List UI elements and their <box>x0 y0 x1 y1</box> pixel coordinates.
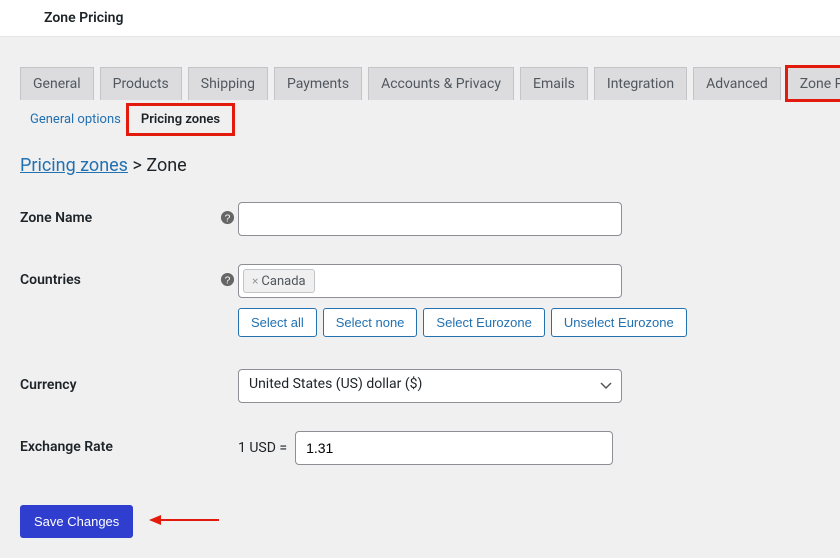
select-eurozone-button[interactable]: Select Eurozone <box>423 308 544 337</box>
countries-label: Countries <box>20 264 220 288</box>
tab-integration[interactable]: Integration <box>594 67 687 100</box>
svg-text:?: ? <box>225 213 231 224</box>
select-all-button[interactable]: Select all <box>238 308 317 337</box>
tab-shipping[interactable]: Shipping <box>188 67 268 100</box>
page-title: Zone Pricing <box>0 0 840 37</box>
countries-input[interactable]: × Canada <box>238 264 622 298</box>
breadcrumb-parent-link[interactable]: Pricing zones <box>20 155 128 176</box>
help-icon[interactable]: ? <box>220 264 238 282</box>
breadcrumb: Pricing zones > Zone <box>20 155 820 176</box>
save-row: Save Changes <box>20 505 820 538</box>
zone-name-input[interactable] <box>238 202 622 236</box>
country-tag-label: Canada <box>261 274 305 289</box>
tab-payments[interactable]: Payments <box>274 67 362 100</box>
save-changes-button[interactable]: Save Changes <box>20 505 133 538</box>
breadcrumb-current: Zone <box>146 155 186 176</box>
exchange-rate-label: Exchange Rate <box>20 431 220 455</box>
tab-zone-pricing[interactable]: Zone Pricing <box>787 67 840 100</box>
subnav-pricing-zones[interactable]: Pricing zones <box>131 108 230 131</box>
tab-general[interactable]: General <box>20 67 94 100</box>
exchange-rate-input[interactable] <box>295 431 613 465</box>
svg-text:?: ? <box>225 275 231 286</box>
help-icon[interactable]: ? <box>220 202 238 220</box>
row-zone-name: Zone Name ? <box>20 202 820 236</box>
breadcrumb-separator: > <box>132 155 141 176</box>
select-none-button[interactable]: Select none <box>323 308 418 337</box>
row-countries: Countries ? × Canada <box>20 264 820 298</box>
currency-select[interactable]: United States (US) dollar ($) <box>238 369 622 403</box>
tab-products[interactable]: Products <box>100 67 182 100</box>
country-buttons-row: Select all Select none Select Eurozone U… <box>238 308 820 337</box>
sub-nav: General options Pricing zones <box>20 108 820 131</box>
subnav-general-options[interactable]: General options <box>20 108 131 131</box>
tab-accounts-privacy[interactable]: Accounts & Privacy <box>368 67 514 100</box>
content-area: General Products Shipping Payments Accou… <box>0 37 840 558</box>
exchange-rate-prefix: 1 USD = <box>238 440 287 456</box>
row-exchange-rate: Exchange Rate 1 USD = <box>20 431 820 465</box>
remove-tag-icon[interactable]: × <box>252 274 258 288</box>
arrow-annotation <box>149 511 219 533</box>
tab-advanced[interactable]: Advanced <box>693 67 781 100</box>
tab-emails[interactable]: Emails <box>520 67 588 100</box>
currency-label: Currency <box>20 369 220 393</box>
row-currency: Currency United States (US) dollar ($) <box>20 369 820 403</box>
zone-name-label: Zone Name <box>20 202 220 226</box>
country-tag-canada[interactable]: × Canada <box>243 269 315 293</box>
main-tabs: General Products Shipping Payments Accou… <box>20 67 820 100</box>
unselect-eurozone-button[interactable]: Unselect Eurozone <box>551 308 687 337</box>
